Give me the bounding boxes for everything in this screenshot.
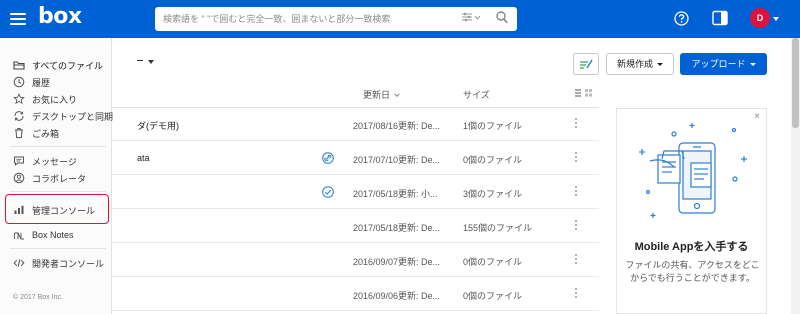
message-icon: [14, 156, 24, 167]
item-size: 0個のファイル: [463, 257, 523, 267]
chevron-down-icon[interactable]: [773, 17, 779, 21]
sidebar-item-trash[interactable]: ごみ箱: [0, 126, 112, 140]
sidebar-item-label: 管理コンソール: [32, 206, 96, 216]
clock-icon: [13, 76, 25, 88]
sidebar-item-desktop-sync[interactable]: デスクトップと同期: [0, 109, 114, 123]
sidebar-item-label: 履歴: [32, 78, 51, 88]
breadcrumb-fragment: [137, 60, 143, 61]
pencil-lines-icon: [580, 59, 593, 69]
sidebar-item-favorites[interactable]: お気に入り: [0, 92, 112, 106]
synced-check-icon[interactable]: [322, 186, 334, 198]
nav-drawer: すべてのファイル 履歴 お気に入り デスクトップと同期 ごみ箱 メッセージ コラ…: [0, 38, 114, 314]
sidebar-item-label: お気に入り: [32, 95, 78, 105]
top-bar: box D: [0, 0, 800, 38]
chevron-down-icon: [657, 63, 663, 67]
sidebar-item-label: メッセージ: [32, 157, 77, 167]
nav-divider: [10, 248, 106, 249]
sidebar-item-collaborators[interactable]: コラボレータ: [0, 171, 112, 185]
code-icon: [13, 259, 25, 267]
new-button-label: 新規作成: [616, 59, 653, 69]
main-content: 新規作成 アップロード 更新日 サイズ ダ(デモ用) 2017/08/16更新:…: [0, 38, 800, 314]
table-row[interactable]: ダ(デモ用) 2017/08/16更新: De... 1個のファイル: [112, 108, 599, 141]
sidebar-item-label: コラボレータ: [32, 174, 87, 184]
new-button[interactable]: 新規作成: [606, 53, 674, 75]
updated-date: 2017/07/10更新: De...: [353, 155, 441, 165]
edit-button[interactable]: [573, 53, 599, 75]
more-options-icon[interactable]: [571, 254, 581, 266]
copyright-text: © 2017 Box Inc.: [13, 294, 63, 301]
folder-name[interactable]: ダ(デモ用): [137, 119, 179, 132]
sidebar-item-box-notes[interactable]: Box Notes: [0, 229, 112, 243]
scrollbar[interactable]: [791, 38, 800, 314]
promo-description: ファイルの共有、アクセスをどこからでも行うことができます。: [625, 260, 760, 283]
sidebar-item-developer-console[interactable]: 開発者コンソール: [0, 256, 112, 270]
folder-icon: [13, 61, 25, 70]
more-options-icon[interactable]: [571, 288, 581, 300]
table-row[interactable]: ata 2017/07/10更新: De... 0個のファイル: [112, 142, 599, 175]
bar-chart-icon: [14, 205, 24, 214]
shared-link-icon[interactable]: [322, 152, 334, 164]
avatar[interactable]: D: [750, 8, 770, 28]
promo-title: Mobile Appを入手する: [634, 241, 749, 253]
item-size: 155個のファイル: [463, 223, 533, 233]
search-icon[interactable]: [496, 11, 508, 24]
table-row[interactable]: 2017/05/18更新: De... 155個のファイル: [112, 210, 599, 243]
column-header-date-label: 更新日: [363, 90, 391, 100]
chevron-down-icon: [749, 63, 756, 67]
sidebar-item-label: 開発者コンソール: [32, 259, 105, 269]
sidebar-item-label: ごみ箱: [32, 129, 60, 139]
breadcrumb-chevron-down-icon[interactable]: [148, 60, 154, 64]
search-input[interactable]: [155, 7, 455, 31]
notes-icon: [14, 232, 24, 240]
mobile-app-illustration: [639, 123, 747, 218]
nav-divider: [10, 146, 106, 147]
updated-date: 2016/09/07更新: De...: [353, 257, 441, 267]
column-header-size[interactable]: サイズ: [463, 88, 490, 101]
item-size: 1個のファイル: [463, 121, 523, 131]
column-header-date[interactable]: 更新日: [363, 88, 400, 101]
more-options-icon[interactable]: [571, 220, 581, 232]
sidebar-item-label: デスクトップと同期: [32, 112, 114, 122]
sort-chevron-icon: [394, 91, 400, 97]
sidebar-item-recents[interactable]: 履歴: [0, 75, 112, 89]
item-size: 3個のファイル: [463, 189, 523, 199]
trash-icon: [15, 128, 23, 139]
help-icon[interactable]: [674, 11, 689, 26]
more-options-icon[interactable]: [571, 118, 581, 130]
upload-button-label: アップロード: [691, 59, 746, 69]
more-options-icon[interactable]: [571, 152, 581, 164]
sync-icon: [14, 111, 24, 121]
updated-date: 2017/05/18更新: 小...: [353, 189, 438, 199]
sidebar-item-admin-console[interactable]: 管理コンソール: [0, 203, 112, 217]
folder-name[interactable]: ata: [137, 153, 150, 163]
sidebar-item-messages[interactable]: メッセージ: [0, 154, 112, 168]
filter-icon[interactable]: [462, 12, 482, 22]
upload-button[interactable]: アップロード: [680, 53, 767, 75]
sidebar-item-all-files[interactable]: すべてのファイル: [0, 58, 112, 72]
item-size: 0個のファイル: [463, 155, 523, 165]
person-icon: [13, 172, 25, 184]
updated-date: 2017/08/16更新: De...: [353, 121, 441, 131]
table-row[interactable]: 2016/09/07更新: De... 0個のファイル: [112, 244, 599, 277]
nav-divider: [10, 191, 106, 192]
more-options-icon[interactable]: [571, 186, 581, 198]
updated-date: 2017/05/18更新: De...: [353, 223, 441, 233]
close-icon[interactable]: ×: [754, 111, 760, 122]
table-row[interactable]: 2016/09/06更新: De... 0個のファイル: [112, 278, 599, 311]
updated-date: 2016/09/06更新: De...: [353, 291, 441, 301]
mobile-app-promo: × Mobile Appを入手する ファイルの共有、アクセスをどこからでも行うこ…: [616, 108, 767, 314]
scrollbar-thumb[interactable]: [792, 38, 799, 128]
menu-icon[interactable]: [10, 13, 26, 25]
box-logo[interactable]: box: [38, 4, 82, 29]
item-size: 0個のファイル: [463, 291, 523, 301]
table-row[interactable]: 2017/05/18更新: 小... 3個のファイル: [112, 176, 599, 209]
sidebar-item-label: すべてのファイル: [32, 61, 104, 71]
sidebar-item-label: Box Notes: [32, 230, 74, 240]
star-icon: [13, 93, 25, 105]
sidebar-panel-icon[interactable]: [712, 10, 728, 26]
list-view-icon[interactable]: [575, 89, 593, 97]
